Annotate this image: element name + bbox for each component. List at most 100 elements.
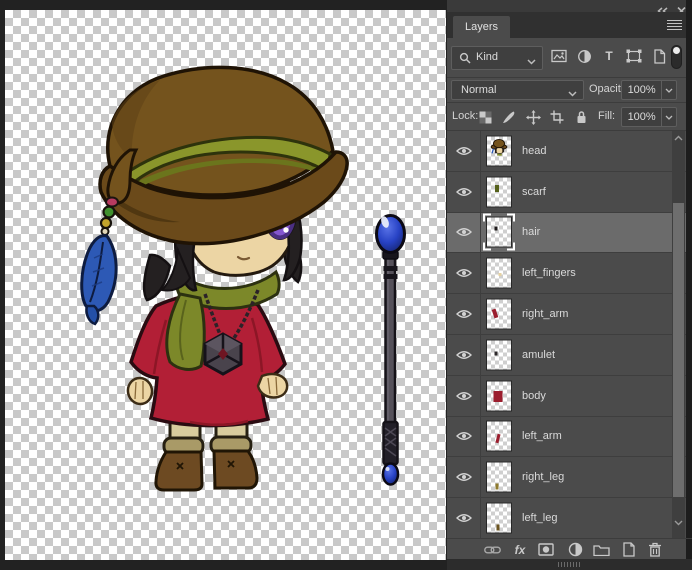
layer-row[interactable]: right_leg <box>447 457 692 499</box>
layer-row[interactable]: left_fingers <box>447 253 692 295</box>
tab-layers[interactable]: Layers <box>453 16 511 38</box>
visibility-toggle[interactable] <box>447 131 481 171</box>
lock-row: Lock: Fill: 100% <box>447 103 692 131</box>
visibility-toggle[interactable] <box>447 498 481 538</box>
layer-row[interactable]: head <box>447 131 692 172</box>
shape-layer-filter-icon[interactable] <box>626 48 642 64</box>
thumb-mark <box>495 483 499 490</box>
selection-bracket <box>507 242 515 251</box>
layer-thumbnail[interactable] <box>486 420 512 452</box>
layer-name[interactable]: right_leg <box>522 471 564 483</box>
lock-artboard-icon[interactable] <box>549 109 565 125</box>
layer-filter-toggle[interactable] <box>671 45 682 69</box>
staff-graphic <box>375 214 406 486</box>
filter-kind-dropdown[interactable]: Kind <box>451 46 543 70</box>
layer-style-icon[interactable]: fx <box>511 541 529 558</box>
chevron-down-icon <box>527 56 536 68</box>
visibility-toggle[interactable] <box>447 253 481 294</box>
pixel-layer-filter-icon[interactable] <box>551 48 567 64</box>
adjustment-layer-filter-icon[interactable] <box>576 48 592 64</box>
chevron-down-icon[interactable] <box>661 108 676 126</box>
layer-name[interactable]: body <box>522 390 546 402</box>
layer-thumbnail[interactable] <box>486 380 512 412</box>
visibility-toggle[interactable] <box>447 171 481 212</box>
lock-image-pixels-icon[interactable] <box>501 109 517 125</box>
layer-thumbnail[interactable] <box>486 257 512 289</box>
transparency-checkerboard[interactable] <box>5 10 446 560</box>
scroll-up-icon[interactable] <box>672 131 685 145</box>
layer-name[interactable]: left_arm <box>522 430 562 442</box>
thumb-mark <box>498 272 502 276</box>
eye-icon <box>455 514 472 523</box>
thumb-mark <box>494 226 498 231</box>
selection-bracket <box>483 242 491 251</box>
thumb-mark <box>493 391 503 403</box>
eye-icon <box>455 146 472 155</box>
visibility-toggle[interactable] <box>447 334 481 375</box>
layer-thumbnail[interactable] <box>486 502 512 534</box>
photoshop-window: Layers Kind T Normal Opacity: 100% Lock:… <box>0 0 692 570</box>
blend-mode-value: Normal <box>461 84 497 96</box>
layer-row[interactable]: scarf <box>447 171 692 213</box>
layer-name[interactable]: left_fingers <box>522 267 576 279</box>
fill-input[interactable]: 100% <box>621 107 677 127</box>
opacity-input[interactable]: 100% <box>621 80 677 100</box>
eye-icon <box>455 187 472 196</box>
lock-transparent-pixels-icon[interactable] <box>477 109 493 125</box>
visibility-toggle[interactable] <box>447 294 481 334</box>
layer-name[interactable]: scarf <box>522 186 546 198</box>
opacity-value[interactable]: 100% <box>622 81 661 99</box>
eye-icon <box>455 391 472 400</box>
smart-object-filter-icon[interactable] <box>651 48 667 64</box>
character-artwork[interactable] <box>5 10 446 560</box>
layer-list-scrollbar[interactable] <box>672 131 685 538</box>
visibility-toggle[interactable] <box>447 375 481 416</box>
delete-layer-icon[interactable] <box>646 541 664 558</box>
visibility-toggle[interactable] <box>447 457 481 498</box>
lock-label: Lock: <box>452 110 479 122</box>
blend-mode-row: Normal Opacity: 100% <box>447 78 692 103</box>
layer-thumbnail[interactable] <box>486 135 512 167</box>
scroll-down-icon[interactable] <box>672 516 685 530</box>
link-layers-icon[interactable] <box>483 541 501 558</box>
layer-row[interactable]: amulet <box>447 334 692 376</box>
new-layer-icon[interactable] <box>619 541 637 558</box>
layer-row[interactable]: body <box>447 375 692 417</box>
panel-menu-icon[interactable] <box>667 20 682 32</box>
scrollbar-thumb[interactable] <box>673 203 684 497</box>
layer-thumbnail[interactable] <box>486 176 512 208</box>
new-group-icon[interactable] <box>592 541 610 558</box>
chevron-down-icon <box>568 88 577 100</box>
layer-thumbnail[interactable] <box>486 339 512 371</box>
layer-row[interactable]: left_arm <box>447 416 692 458</box>
layer-name[interactable]: left_leg <box>522 512 557 524</box>
visibility-toggle[interactable] <box>447 212 481 253</box>
layer-thumbnail[interactable] <box>486 298 512 330</box>
thumb-mark <box>494 351 498 356</box>
eye-icon <box>455 473 472 482</box>
new-adjustment-layer-icon[interactable] <box>566 541 584 558</box>
layer-row[interactable]: hair <box>447 212 692 254</box>
blend-mode-dropdown[interactable]: Normal <box>451 80 584 100</box>
layer-name[interactable]: head <box>522 145 546 157</box>
type-layer-filter-icon[interactable]: T <box>601 48 617 64</box>
layer-thumbnail[interactable] <box>486 461 512 493</box>
layer-thumbnail[interactable] <box>483 213 515 251</box>
window-edge <box>686 0 692 570</box>
lock-position-icon[interactable] <box>525 109 541 125</box>
fill-value[interactable]: 100% <box>622 108 661 126</box>
layer-name[interactable]: right_arm <box>522 308 568 320</box>
layer-name[interactable]: amulet <box>522 349 555 361</box>
resize-grip[interactable] <box>558 562 580 567</box>
lock-all-icon[interactable] <box>573 109 589 125</box>
panel-resize-bar[interactable] <box>447 559 692 570</box>
layer-mask-icon[interactable] <box>537 541 555 558</box>
eye-icon <box>455 432 472 441</box>
chevron-down-icon[interactable] <box>661 81 676 99</box>
head-thumbnail-sprite <box>490 138 508 156</box>
layer-row[interactable]: left_leg <box>447 498 692 538</box>
layer-name[interactable]: hair <box>522 226 540 238</box>
visibility-toggle[interactable] <box>447 416 481 457</box>
thumb-mark <box>496 524 500 531</box>
layer-row[interactable]: right_arm <box>447 294 692 335</box>
